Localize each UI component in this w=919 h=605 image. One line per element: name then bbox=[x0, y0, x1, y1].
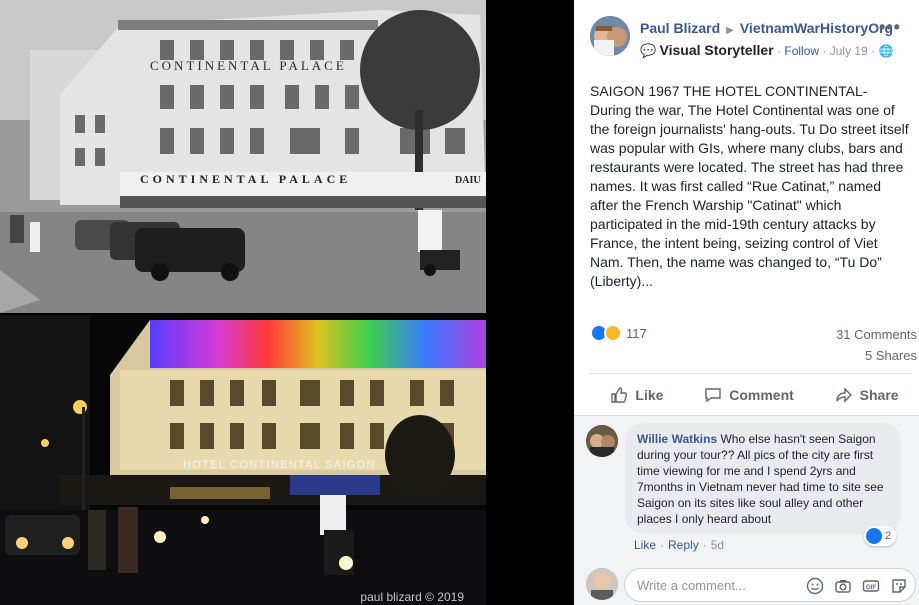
wow-reaction-icon bbox=[604, 324, 622, 342]
thumbs-up-icon bbox=[611, 387, 628, 403]
comment-reply-link[interactable]: Reply bbox=[668, 538, 699, 552]
share-icon bbox=[835, 387, 852, 403]
post-header: Paul Blizard ▶ VietnamWarHistoryOrg ••• 💬 … bbox=[574, 0, 919, 70]
comment-composer: Write a comment... GIF bbox=[574, 566, 919, 605]
reactions-summary[interactable]: 117 bbox=[590, 322, 647, 344]
comment-reactions[interactable]: 2 bbox=[864, 526, 897, 546]
comments-count[interactable]: 31 Comments bbox=[836, 324, 917, 345]
photo-2019-illustration: HOTEL CONTINENTAL SAIGON bbox=[0, 315, 486, 605]
follow-link[interactable]: Follow bbox=[784, 44, 819, 58]
emoji-icon[interactable] bbox=[805, 576, 825, 596]
author-avatar[interactable] bbox=[590, 16, 630, 56]
share-label: Share bbox=[859, 387, 899, 403]
awning-sign-right: DAIU bbox=[455, 175, 481, 186]
author-subline: 💬 Visual Storyteller · Follow · July 19 … bbox=[640, 42, 893, 59]
photo-1967-hotel-continental: CONTINENTAL PALACE CONTINENTAL PALACE DA… bbox=[0, 0, 486, 313]
camera-icon[interactable] bbox=[833, 576, 853, 596]
comment-text: Who else hasn't seen Saigon during your … bbox=[637, 432, 884, 526]
storyteller-badge-icon: 💬 bbox=[640, 43, 657, 58]
sticker-icon[interactable] bbox=[889, 576, 909, 596]
comment-bubble: Willie Watkins Who else hasn't seen Saig… bbox=[625, 423, 901, 534]
author-name[interactable]: Paul Blizard bbox=[640, 20, 720, 36]
sep-2: · bbox=[822, 44, 827, 58]
comment-label: Comment bbox=[729, 387, 794, 403]
post-actions: Like Comment Share bbox=[590, 374, 919, 416]
photo-1967-illustration: CONTINENTAL PALACE CONTINENTAL PALACE DA… bbox=[0, 0, 486, 313]
photo-viewer[interactable]: CONTINENTAL PALACE CONTINENTAL PALACE DA… bbox=[0, 0, 574, 605]
shares-count[interactable]: 5 Shares bbox=[836, 345, 917, 366]
post-date[interactable]: July 19 bbox=[830, 44, 868, 58]
reaction-count: 117 bbox=[626, 325, 647, 341]
viewer-photo bbox=[586, 568, 618, 600]
meta-dot-1: · bbox=[660, 538, 665, 552]
author-badge: Visual Storyteller bbox=[659, 42, 774, 58]
post-panel: Paul Blizard ▶ VietnamWarHistoryOrg ••• 💬 … bbox=[574, 0, 919, 605]
author-line: Paul Blizard ▶ VietnamWarHistoryOrg bbox=[640, 20, 893, 36]
share-button[interactable]: Share bbox=[835, 386, 899, 404]
arrow-right-icon: ▶ bbox=[726, 25, 734, 36]
sep-1: · bbox=[777, 44, 782, 58]
comments-section: Willie Watkins Who else hasn't seen Saig… bbox=[574, 416, 919, 605]
comment-placeholder: Write a comment... bbox=[637, 578, 746, 593]
composer-icons: GIF bbox=[805, 576, 909, 596]
like-button[interactable]: Like bbox=[610, 386, 663, 404]
viewer-avatar bbox=[586, 568, 618, 600]
facade-sign: CONTINENTAL PALACE bbox=[150, 58, 347, 73]
more-options-icon[interactable]: ••• bbox=[879, 17, 901, 38]
group-name[interactable]: VietnamWarHistoryOrg bbox=[740, 20, 893, 36]
engagement-counts: 31 Comments 5 Shares bbox=[836, 324, 917, 366]
globe-icon: 🌐 bbox=[878, 44, 894, 58]
commenter-name[interactable]: Willie Watkins bbox=[637, 432, 717, 446]
comment-button[interactable]: Comment bbox=[704, 386, 794, 404]
photo-watermark: paul blizard © 2019 bbox=[360, 590, 464, 604]
like-label: Like bbox=[635, 387, 664, 403]
comment-time[interactable]: 5d bbox=[711, 538, 724, 552]
hotel-sign: HOTEL CONTINENTAL SAIGON bbox=[183, 459, 376, 471]
comment-like-icon bbox=[866, 528, 882, 544]
awning-sign: CONTINENTAL PALACE bbox=[140, 172, 351, 186]
commenter-photo bbox=[586, 425, 618, 457]
comment-like-link[interactable]: Like bbox=[634, 538, 656, 552]
comment-reaction-count: 2 bbox=[885, 530, 892, 542]
sep-3: · bbox=[871, 44, 876, 58]
meta-dot-2: · bbox=[702, 538, 707, 552]
gif-icon[interactable]: GIF bbox=[861, 576, 881, 596]
post-text: SAIGON 1967 THE HOTEL CONTINENTAL- Durin… bbox=[590, 83, 909, 289]
commenter-avatar[interactable] bbox=[586, 425, 618, 457]
comment-icon bbox=[705, 388, 721, 403]
comment-input[interactable]: Write a comment... GIF bbox=[624, 568, 916, 602]
gif-label: GIF bbox=[866, 585, 876, 591]
comment-meta: Like · Reply · 5d bbox=[634, 538, 724, 552]
avatar-photo bbox=[590, 16, 630, 56]
photo-2019-hotel-continental: HOTEL CONTINENTAL SAIGON paul blizard © … bbox=[0, 315, 486, 605]
